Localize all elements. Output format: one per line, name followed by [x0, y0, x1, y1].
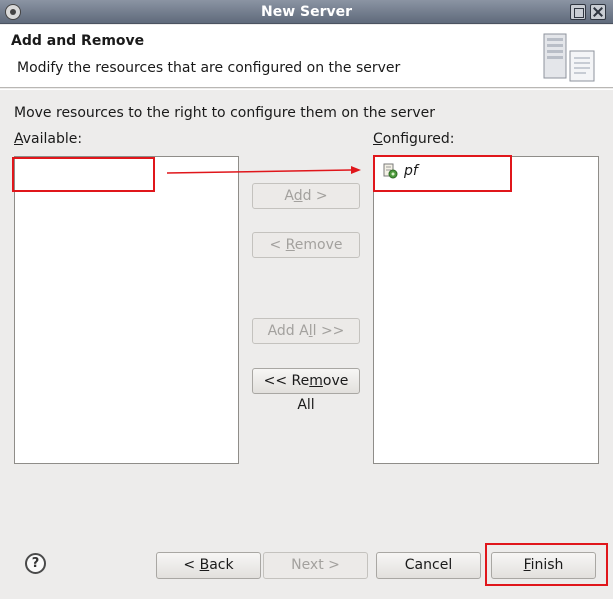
header-separator	[0, 89, 613, 90]
configured-list[interactable]: pf	[373, 156, 599, 464]
server-icon	[543, 33, 595, 82]
cancel-button[interactable]: Cancel	[376, 552, 481, 579]
available-label: Available:	[14, 131, 83, 147]
help-icon[interactable]: ?	[25, 553, 46, 574]
remove-button[interactable]: < Remove	[252, 232, 360, 258]
instruction-text: Move resources to the right to configure…	[14, 105, 435, 121]
configured-label: Configured:	[373, 131, 455, 147]
next-button[interactable]: Next >	[263, 552, 368, 579]
add-button[interactable]: Add >	[252, 183, 360, 209]
title-bar: New Server	[0, 0, 613, 24]
wizard-header: Add and Remove Modify the resources that…	[0, 25, 613, 88]
annotation-box-available	[12, 157, 155, 192]
page-description: Modify the resources that are configured…	[17, 60, 401, 76]
annotation-box-configured	[373, 155, 512, 192]
remove-all-button[interactable]: << Remove All	[252, 368, 360, 413]
window-title: New Server	[260, 4, 353, 20]
available-list[interactable]	[14, 156, 239, 464]
close-button[interactable]	[590, 4, 606, 20]
annotation-arrow	[166, 166, 361, 174]
add-all-button[interactable]: Add All >>	[252, 318, 360, 344]
annotation-box-finish	[485, 543, 608, 586]
back-button[interactable]: < Back	[156, 552, 261, 579]
page-title: Add and Remove	[11, 33, 145, 49]
maximize-button[interactable]	[570, 4, 586, 20]
